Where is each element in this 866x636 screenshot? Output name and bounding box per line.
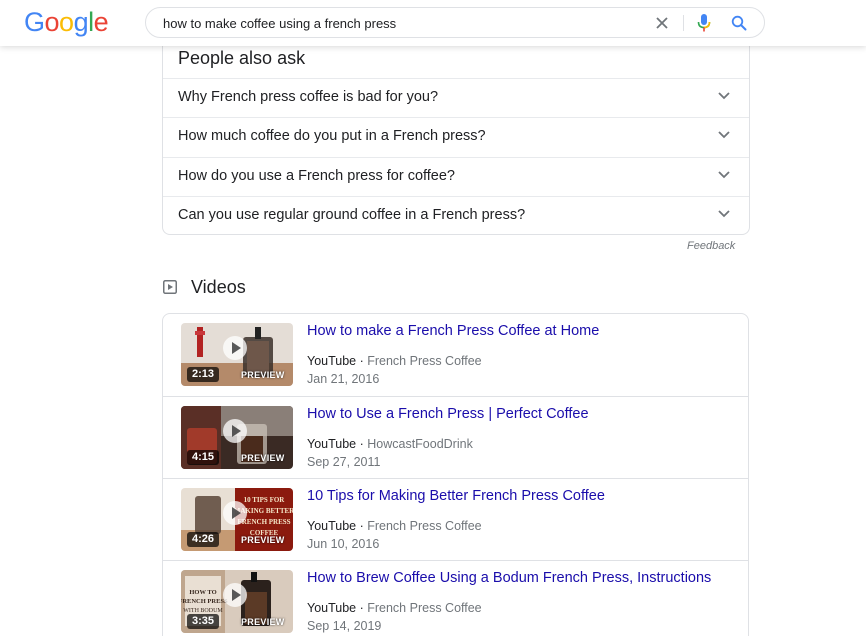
preview-label: PREVIEW	[241, 370, 285, 380]
videos-list: 2:13 PREVIEW How to make a French Press …	[162, 313, 749, 636]
search-results-page: Google People also ask Why French press	[0, 0, 866, 636]
video-date: Sep 14, 2019	[307, 619, 382, 633]
play-icon	[223, 336, 247, 360]
search-input[interactable]	[163, 14, 623, 32]
microphone-icon[interactable]	[697, 14, 711, 32]
videos-title: Videos	[191, 277, 246, 297]
video-thumbnail[interactable]: 2:13 PREVIEW	[181, 323, 293, 386]
video-source: YouTube · French Press Coffee	[307, 519, 482, 533]
logo-letter: o	[59, 7, 74, 37]
video-date: Jan 21, 2016	[307, 372, 380, 386]
preview-label: PREVIEW	[241, 617, 285, 627]
paa-title: People also ask	[178, 48, 306, 68]
video-platform: YouTube	[307, 437, 357, 451]
video-play-icon	[163, 280, 177, 294]
video-source: YouTube · French Press Coffee	[307, 601, 482, 615]
thumbnail-text: 10 TIPS FOR	[244, 496, 286, 504]
video-channel: French Press Coffee	[367, 519, 482, 533]
svg-text:FRENCH PRESS: FRENCH PRESS	[181, 598, 228, 605]
top-bar: Google	[0, 0, 866, 46]
video-channel: French Press Coffee	[367, 354, 482, 368]
video-platform: YouTube	[307, 519, 357, 533]
video-title-link[interactable]: How to Brew Coffee Using a Bodum French …	[307, 570, 711, 586]
paa-question[interactable]: How much coffee do you put in a French p…	[163, 117, 749, 156]
video-source: YouTube · French Press Coffee	[307, 354, 482, 368]
play-icon	[223, 501, 247, 525]
paa-question-text: How do you use a French press for coffee…	[178, 168, 455, 184]
close-icon[interactable]	[655, 16, 669, 30]
video-channel: HowcastFoodDrink	[367, 437, 473, 451]
paa-question-text: Can you use regular ground coffee in a F…	[178, 207, 526, 223]
preview-label: PREVIEW	[241, 453, 285, 463]
video-duration: 4:26	[187, 532, 220, 547]
video-result: 4:15 PREVIEW How to Use a French Press |…	[163, 396, 748, 478]
video-duration: 3:35	[187, 614, 220, 629]
video-title-link[interactable]: How to Use a French Press | Perfect Coff…	[307, 406, 589, 422]
paa-question[interactable]: Can you use regular ground coffee in a F…	[163, 196, 749, 235]
chevron-down-icon	[718, 171, 730, 179]
video-channel: French Press Coffee	[367, 601, 482, 615]
video-date: Sep 27, 2011	[307, 455, 381, 469]
search-box	[145, 7, 765, 38]
video-title-link[interactable]: 10 Tips for Making Better French Press C…	[307, 488, 605, 504]
people-also-ask: People also ask Why French press coffee …	[162, 32, 750, 235]
search-icon[interactable]	[731, 15, 747, 31]
logo-letter: o	[44, 7, 60, 37]
play-icon	[223, 419, 247, 443]
chevron-down-icon	[718, 131, 730, 139]
video-source: YouTube · HowcastFoodDrink	[307, 437, 473, 451]
paa-question[interactable]: How do you use a French press for coffee…	[163, 157, 749, 196]
paa-question[interactable]: Why French press coffee is bad for you?	[163, 78, 749, 117]
chevron-down-icon	[718, 210, 730, 218]
play-icon	[223, 583, 247, 607]
logo-letter: G	[24, 7, 45, 37]
video-duration: 2:13	[187, 367, 220, 382]
video-platform: YouTube	[307, 601, 357, 615]
thumbnail-text: HOW TO	[189, 589, 216, 596]
video-date: Jun 10, 2016	[307, 537, 380, 551]
video-result: HOW TO FRENCH PRESS WITH BODUM 3:35 PREV…	[163, 560, 748, 636]
logo-letter: e	[93, 7, 109, 37]
google-logo[interactable]: Google	[24, 7, 109, 38]
video-thumbnail[interactable]: 4:15 PREVIEW	[181, 406, 293, 469]
svg-text:FRENCH PRESS: FRENCH PRESS	[237, 518, 290, 526]
video-result: 2:13 PREVIEW How to make a French Press …	[163, 314, 748, 396]
video-thumbnail[interactable]: HOW TO FRENCH PRESS WITH BODUM 3:35 PREV…	[181, 570, 293, 633]
feedback-link[interactable]: Feedback	[687, 240, 735, 252]
video-platform: YouTube	[307, 354, 357, 368]
video-duration: 4:15	[187, 450, 220, 465]
paa-question-text: How much coffee do you put in a French p…	[178, 128, 486, 144]
video-thumbnail[interactable]: 10 TIPS FOR MAKING BETTER FRENCH PRESS C…	[181, 488, 293, 551]
logo-letter: g	[73, 7, 89, 37]
paa-question-text: Why French press coffee is bad for you?	[178, 89, 439, 105]
video-title-link[interactable]: How to make a French Press Coffee at Hom…	[307, 323, 599, 339]
video-result: 10 TIPS FOR MAKING BETTER FRENCH PRESS C…	[163, 478, 748, 560]
chevron-down-icon	[718, 92, 730, 100]
search-divider	[683, 15, 684, 31]
preview-label: PREVIEW	[241, 535, 285, 545]
